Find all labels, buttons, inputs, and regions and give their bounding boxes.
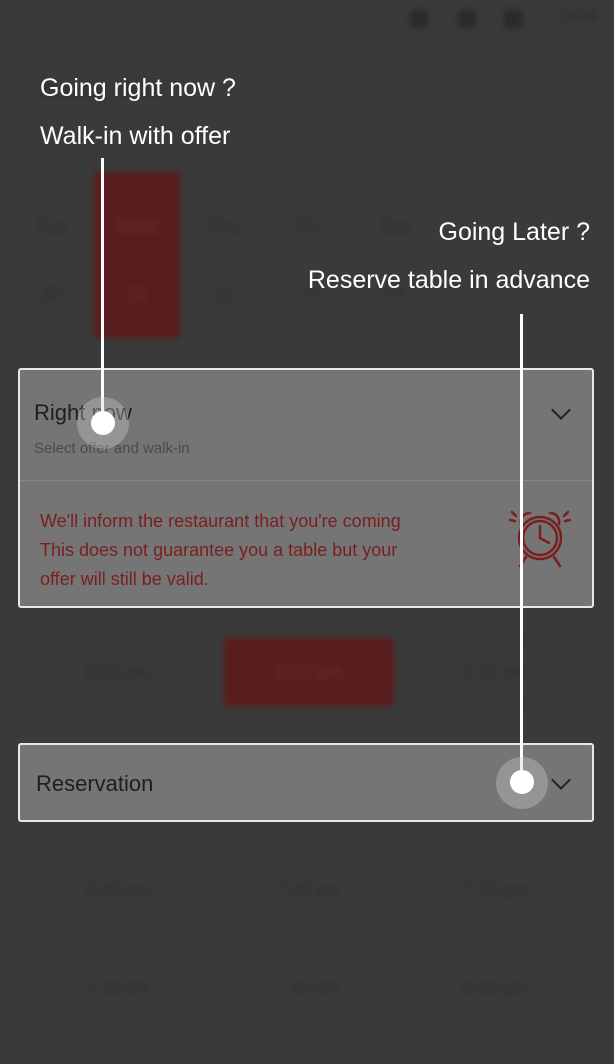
time-slot[interactable]: 8:00 pm: [420, 954, 572, 1022]
day-item-selected[interactable]: Wed 21: [94, 172, 180, 338]
wifi-icon: [410, 10, 428, 28]
time-slot[interactable]: 7:30 pm: [42, 954, 194, 1022]
battery-icon: [504, 10, 522, 28]
time-slot-selected[interactable]: 6:15 pm: [224, 638, 394, 706]
reservation-title: Reservation: [36, 771, 154, 796]
time-slot[interactable]: 7:45 pm: [232, 954, 384, 1022]
time-slot[interactable]: 6:30 pm: [420, 638, 572, 706]
pointer-dot-now: [91, 411, 115, 435]
day-item[interactable]: Tue 20: [8, 172, 94, 338]
pointer-line-now: [101, 158, 104, 420]
callout-later-line2: Reserve table in advance: [307, 266, 590, 294]
chevron-up-icon[interactable]: [551, 400, 571, 420]
pointer-dot-later: [510, 770, 534, 794]
time-slot[interactable]: 7:15 pm: [420, 856, 572, 924]
time-slot[interactable]: 7:00 pm: [232, 856, 384, 924]
day-item[interactable]: Thu 22: [180, 172, 266, 338]
callout-now-line2: Walk-in with offer: [40, 122, 231, 150]
signal-icon: [458, 10, 476, 28]
status-time: 18:06: [557, 8, 598, 25]
status-bar: 18:06: [0, 0, 614, 40]
time-slot[interactable]: 6:45 pm: [42, 856, 194, 924]
day-item[interactable]: Fri 23: [266, 172, 352, 338]
chevron-down-icon[interactable]: [551, 770, 571, 790]
alarm-clock-icon: [508, 510, 572, 568]
callout-later-line1: Going Later ?: [438, 218, 591, 246]
time-slot[interactable]: 6:00 pm: [42, 638, 194, 706]
walk-in-message: We'll inform the restaurant that you're …: [40, 511, 401, 589]
callout-now-line1: Going right now ?: [40, 74, 236, 102]
pointer-line-later: [520, 314, 523, 780]
day-item[interactable]: Sat 24: [352, 172, 438, 338]
divider: [20, 480, 592, 481]
